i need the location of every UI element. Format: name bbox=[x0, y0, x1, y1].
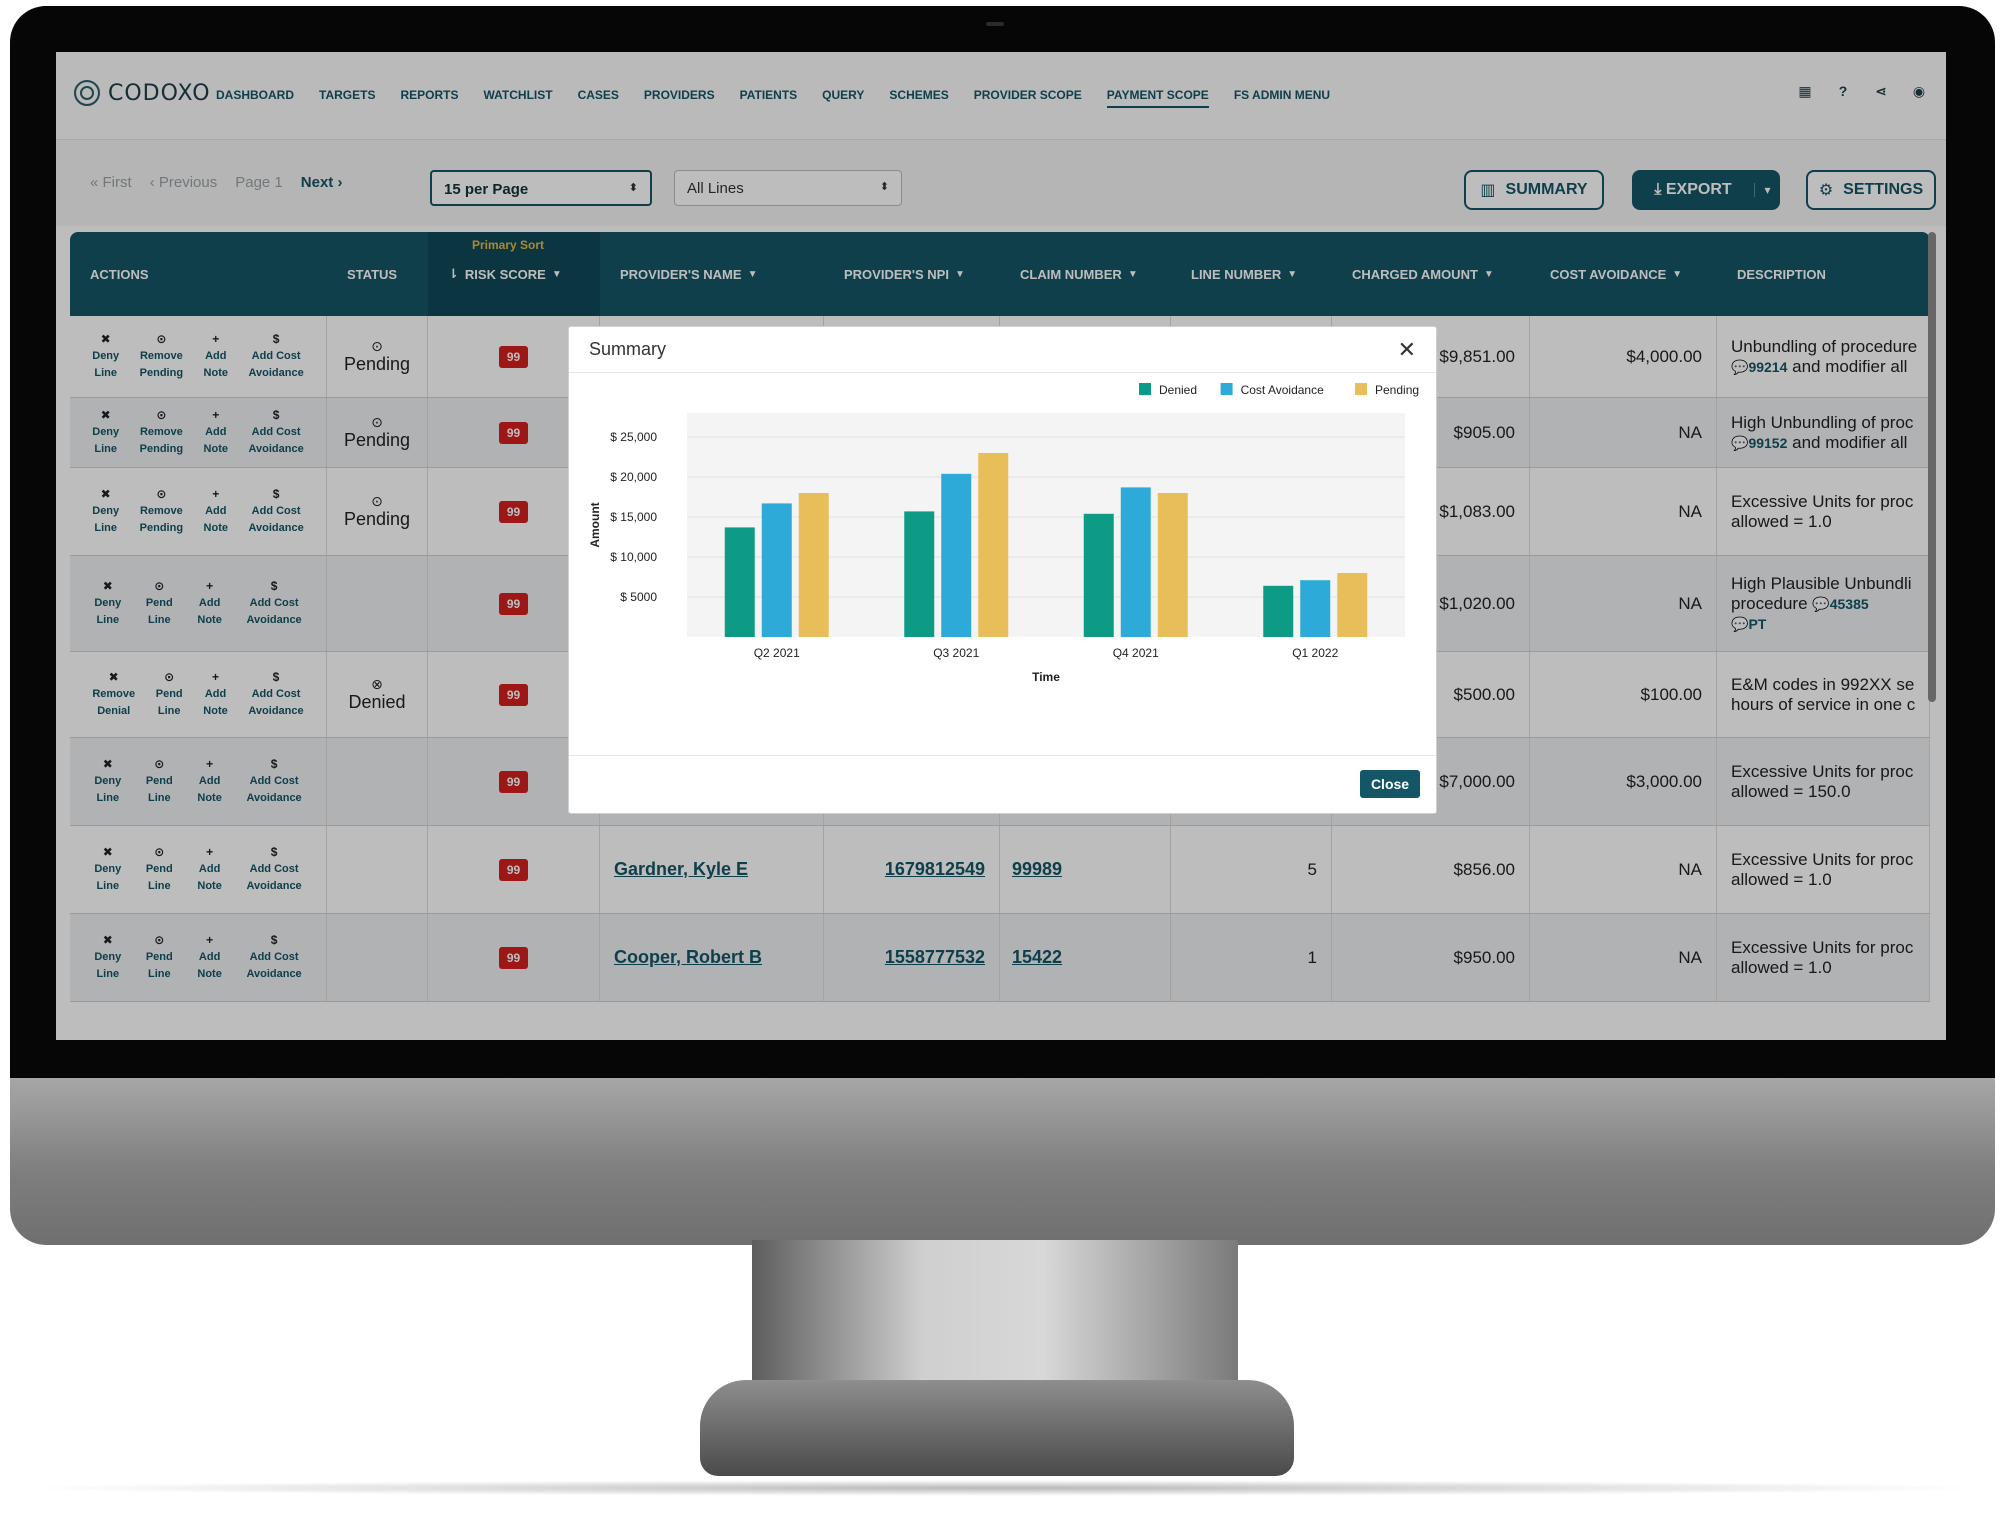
plot-area bbox=[687, 413, 1405, 637]
legend-swatch bbox=[1139, 383, 1151, 395]
modal-header: Summary ✕ bbox=[569, 327, 1436, 373]
camera-dot bbox=[986, 22, 1004, 26]
close-button[interactable]: Close bbox=[1360, 770, 1420, 798]
bar-pending[interactable] bbox=[1157, 493, 1188, 637]
monitor-stand-foot bbox=[700, 1380, 1294, 1476]
y-tick-label: $ 25,000 bbox=[610, 430, 657, 444]
bar-cost-avoidance[interactable] bbox=[941, 473, 972, 637]
legend-label: Cost Avoidance bbox=[1241, 383, 1324, 397]
y-tick-label: $ 10,000 bbox=[610, 550, 657, 564]
legend-swatch bbox=[1355, 383, 1367, 395]
bar-denied[interactable] bbox=[1083, 513, 1114, 637]
bar-cost-avoidance[interactable] bbox=[1120, 487, 1151, 637]
legend-label: Pending bbox=[1375, 383, 1419, 397]
bar-denied[interactable] bbox=[904, 511, 935, 637]
bar-denied[interactable] bbox=[1263, 585, 1294, 637]
monitor-stand-neck bbox=[752, 1240, 1238, 1388]
close-icon[interactable]: ✕ bbox=[1398, 337, 1416, 363]
y-tick-label: $ 5000 bbox=[620, 590, 657, 604]
bar-cost-avoidance[interactable] bbox=[761, 503, 792, 637]
legend-swatch bbox=[1220, 383, 1233, 395]
monitor-chin bbox=[10, 1078, 1995, 1245]
y-tick-label: $ 15,000 bbox=[610, 510, 657, 524]
bar-pending[interactable] bbox=[1337, 573, 1368, 637]
app-screen: CODOXO DASHBOARD TARGETS REPORTS WATCHLI… bbox=[56, 52, 1946, 1040]
x-tick-label: Q2 2021 bbox=[754, 646, 800, 660]
summary-bar-chart: $ 5000 $ 10,000 $ 15,000 $ 20,000 $ 25,000 Q2… bbox=[588, 383, 1419, 684]
y-tick-label: $ 20,000 bbox=[610, 470, 657, 484]
modal-footer: Close bbox=[569, 755, 1436, 813]
y-axis-label: Amount bbox=[588, 502, 602, 547]
bar-denied[interactable] bbox=[724, 527, 755, 637]
x-tick-label: Q4 2021 bbox=[1113, 646, 1159, 660]
x-tick-label: Q3 2021 bbox=[933, 646, 979, 660]
floor-shadow bbox=[10, 1480, 1995, 1496]
summary-modal: Summary ✕ $ 5000 $ 10,000 $ 15,000 $ 20,000… bbox=[568, 326, 1437, 814]
x-tick-label: Q1 2022 bbox=[1292, 646, 1338, 660]
bar-cost-avoidance[interactable] bbox=[1300, 580, 1331, 637]
bar-pending[interactable] bbox=[798, 493, 829, 637]
x-axis-label: Time bbox=[1032, 670, 1060, 684]
bar-pending[interactable] bbox=[978, 453, 1009, 637]
modal-title: Summary bbox=[589, 339, 667, 359]
legend-label: Denied bbox=[1159, 383, 1197, 397]
